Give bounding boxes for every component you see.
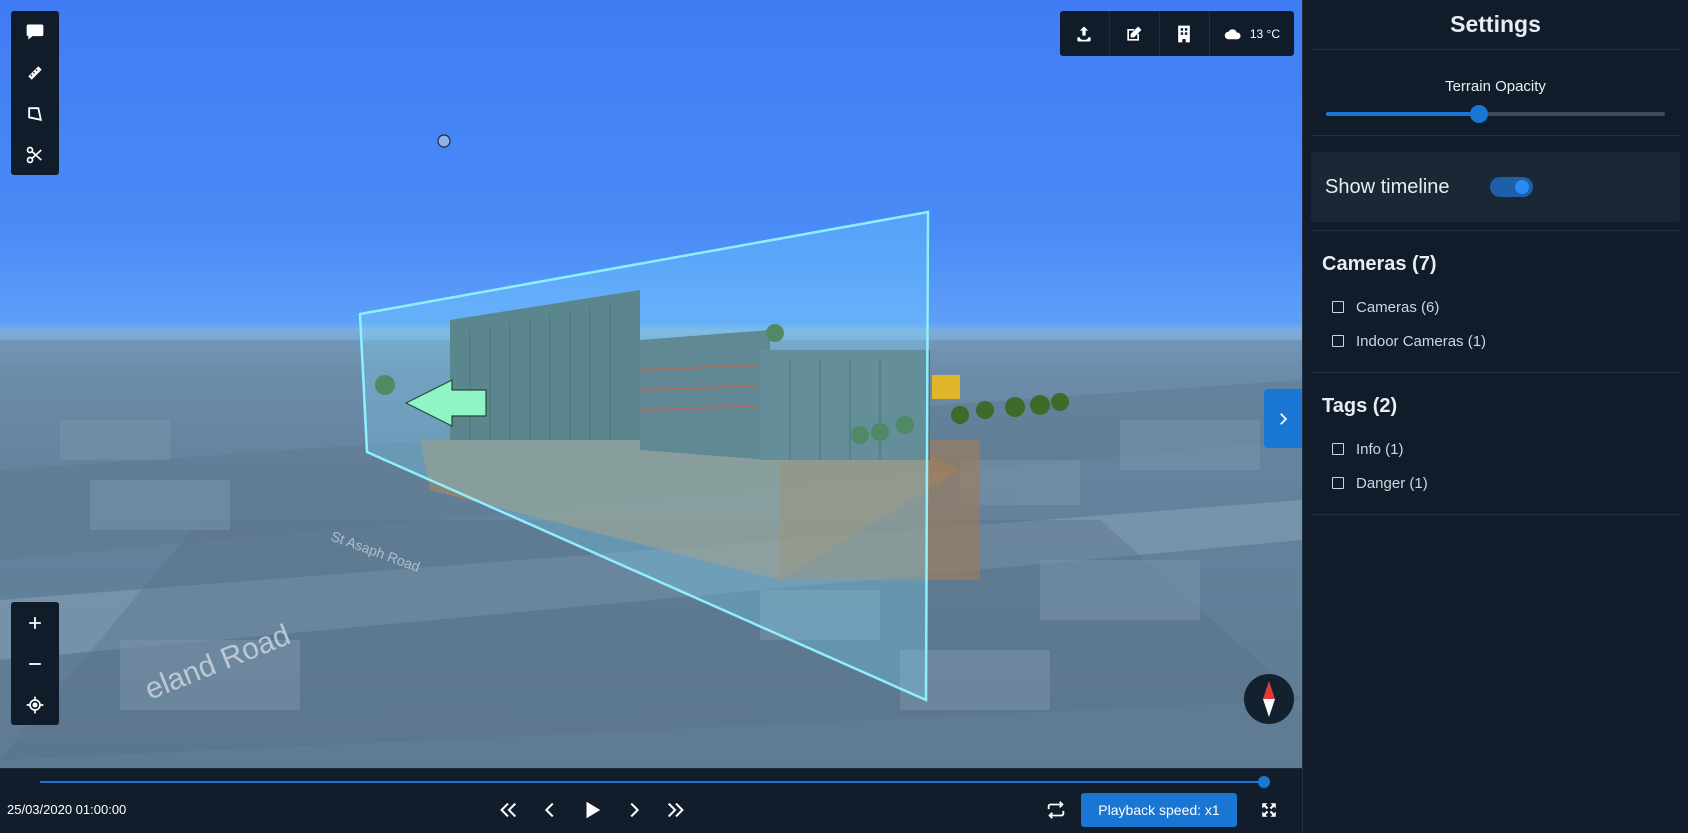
clip-tool-button[interactable] [11,134,59,175]
layer-checkbox-label: Cameras (6) [1356,298,1440,316]
zoom-in-icon [29,616,41,629]
drawing-tools-panel [11,11,59,175]
step-forward-button[interactable] [620,797,648,823]
scissors-icon [26,146,42,163]
comment-tool-button[interactable] [11,11,59,52]
map-viewport[interactable]: eland Road St Asaph Road 13 °C [0,0,1302,768]
scene-render: eland Road St Asaph Road [0,134,1302,768]
zoom-out-button[interactable] [11,643,59,684]
checkbox[interactable] [1332,443,1344,455]
weather-temperature: 13 °C [1249,26,1280,41]
polygon-tool-button[interactable] [11,93,59,134]
upload-button[interactable] [1060,11,1110,56]
locate-icon [26,696,44,713]
zoom-in-button[interactable] [11,602,59,643]
timeline-bar: 25/03/2020 01:00:00 Playback speed: x1 [0,768,1302,833]
slider-fill [1326,112,1479,116]
play-icon [586,801,601,819]
layer-group-title: Cameras (7) [1322,253,1437,275]
compass[interactable] [1244,674,1294,724]
cloud-icon [1224,28,1241,39]
building-button[interactable] [1160,11,1210,56]
settings-sidebar: Settings Terrain Opacity Show timeline C… [1302,0,1688,833]
checkbox[interactable] [1332,335,1344,347]
playback-controls [494,797,690,823]
locate-button[interactable] [11,684,59,725]
fullscreen-icon [1262,803,1276,817]
layer-checkbox-label: Danger (1) [1356,474,1428,492]
polygon-icon [28,106,43,121]
edit-icon [1127,26,1142,41]
step-back-button[interactable] [536,797,564,823]
repeat-icon [1047,801,1065,819]
measure-tool-button[interactable] [11,52,59,93]
terrain-opacity-slider[interactable] [1311,95,1680,135]
layer-checkbox-row[interactable]: Cameras (6) [1311,290,1680,324]
weather-display: 13 °C [1210,11,1294,56]
compass-needle-icon [1263,681,1275,717]
terrain-opacity-section: Terrain Opacity [1311,50,1680,136]
slider-track[interactable] [1326,105,1665,123]
chevron-right-icon [1280,412,1288,425]
show-timeline-label: Show timeline [1325,175,1450,198]
ruler-icon [26,64,44,81]
edit-button[interactable] [1110,11,1160,56]
layer-checkbox-row[interactable]: Info (1) [1311,432,1680,466]
position-marker [437,134,451,148]
timeline-thumb[interactable] [1258,776,1270,788]
layer-group-section: Tags (2) Info (1) Danger (1) [1311,373,1680,515]
show-timeline-row: Show timeline [1311,152,1680,222]
collapse-sidebar-button[interactable] [1264,389,1302,448]
top-toolbar: 13 °C [1059,11,1294,56]
slider-thumb[interactable] [1469,105,1488,123]
layer-checkbox-label: Info (1) [1356,440,1404,458]
layer-group-title: Tags (2) [1322,395,1398,417]
timeline-track[interactable] [40,776,1270,788]
checkbox[interactable] [1332,301,1344,313]
play-button[interactable] [578,797,606,823]
chevron-left-icon [544,802,554,818]
checkbox[interactable] [1332,477,1344,489]
double-chevron-left-icon [500,802,517,818]
settings-title: Settings [1311,0,1680,50]
timeline-date: 25/03/2020 01:00:00 [7,802,127,817]
building-icon [1178,25,1191,42]
layer-checkbox-row[interactable]: Indoor Cameras (1) [1311,324,1680,358]
zoom-tools-panel [11,602,59,725]
skip-back-button[interactable] [494,797,522,823]
chevron-right-icon [630,802,640,818]
fullscreen-button[interactable] [1256,797,1282,823]
playback-speed-button[interactable]: Playback speed: x1 [1081,793,1237,827]
timeline-toggle-section: Show timeline [1311,152,1680,231]
show-timeline-toggle[interactable] [1489,177,1533,197]
double-chevron-right-icon [667,802,684,818]
toggle-knob [1514,180,1529,194]
layer-group-section: Cameras (7) Cameras (6) Indoor Cameras (1) [1311,231,1680,373]
repeat-button[interactable] [1042,797,1070,823]
terrain-opacity-label: Terrain Opacity [1445,78,1546,95]
skip-forward-button[interactable] [662,797,690,823]
upload-icon [1077,26,1092,41]
layer-checkbox-row[interactable]: Danger (1) [1311,466,1680,500]
zoom-out-icon [29,662,41,665]
layer-checkbox-label: Indoor Cameras (1) [1356,332,1487,350]
comment-icon [26,24,44,39]
